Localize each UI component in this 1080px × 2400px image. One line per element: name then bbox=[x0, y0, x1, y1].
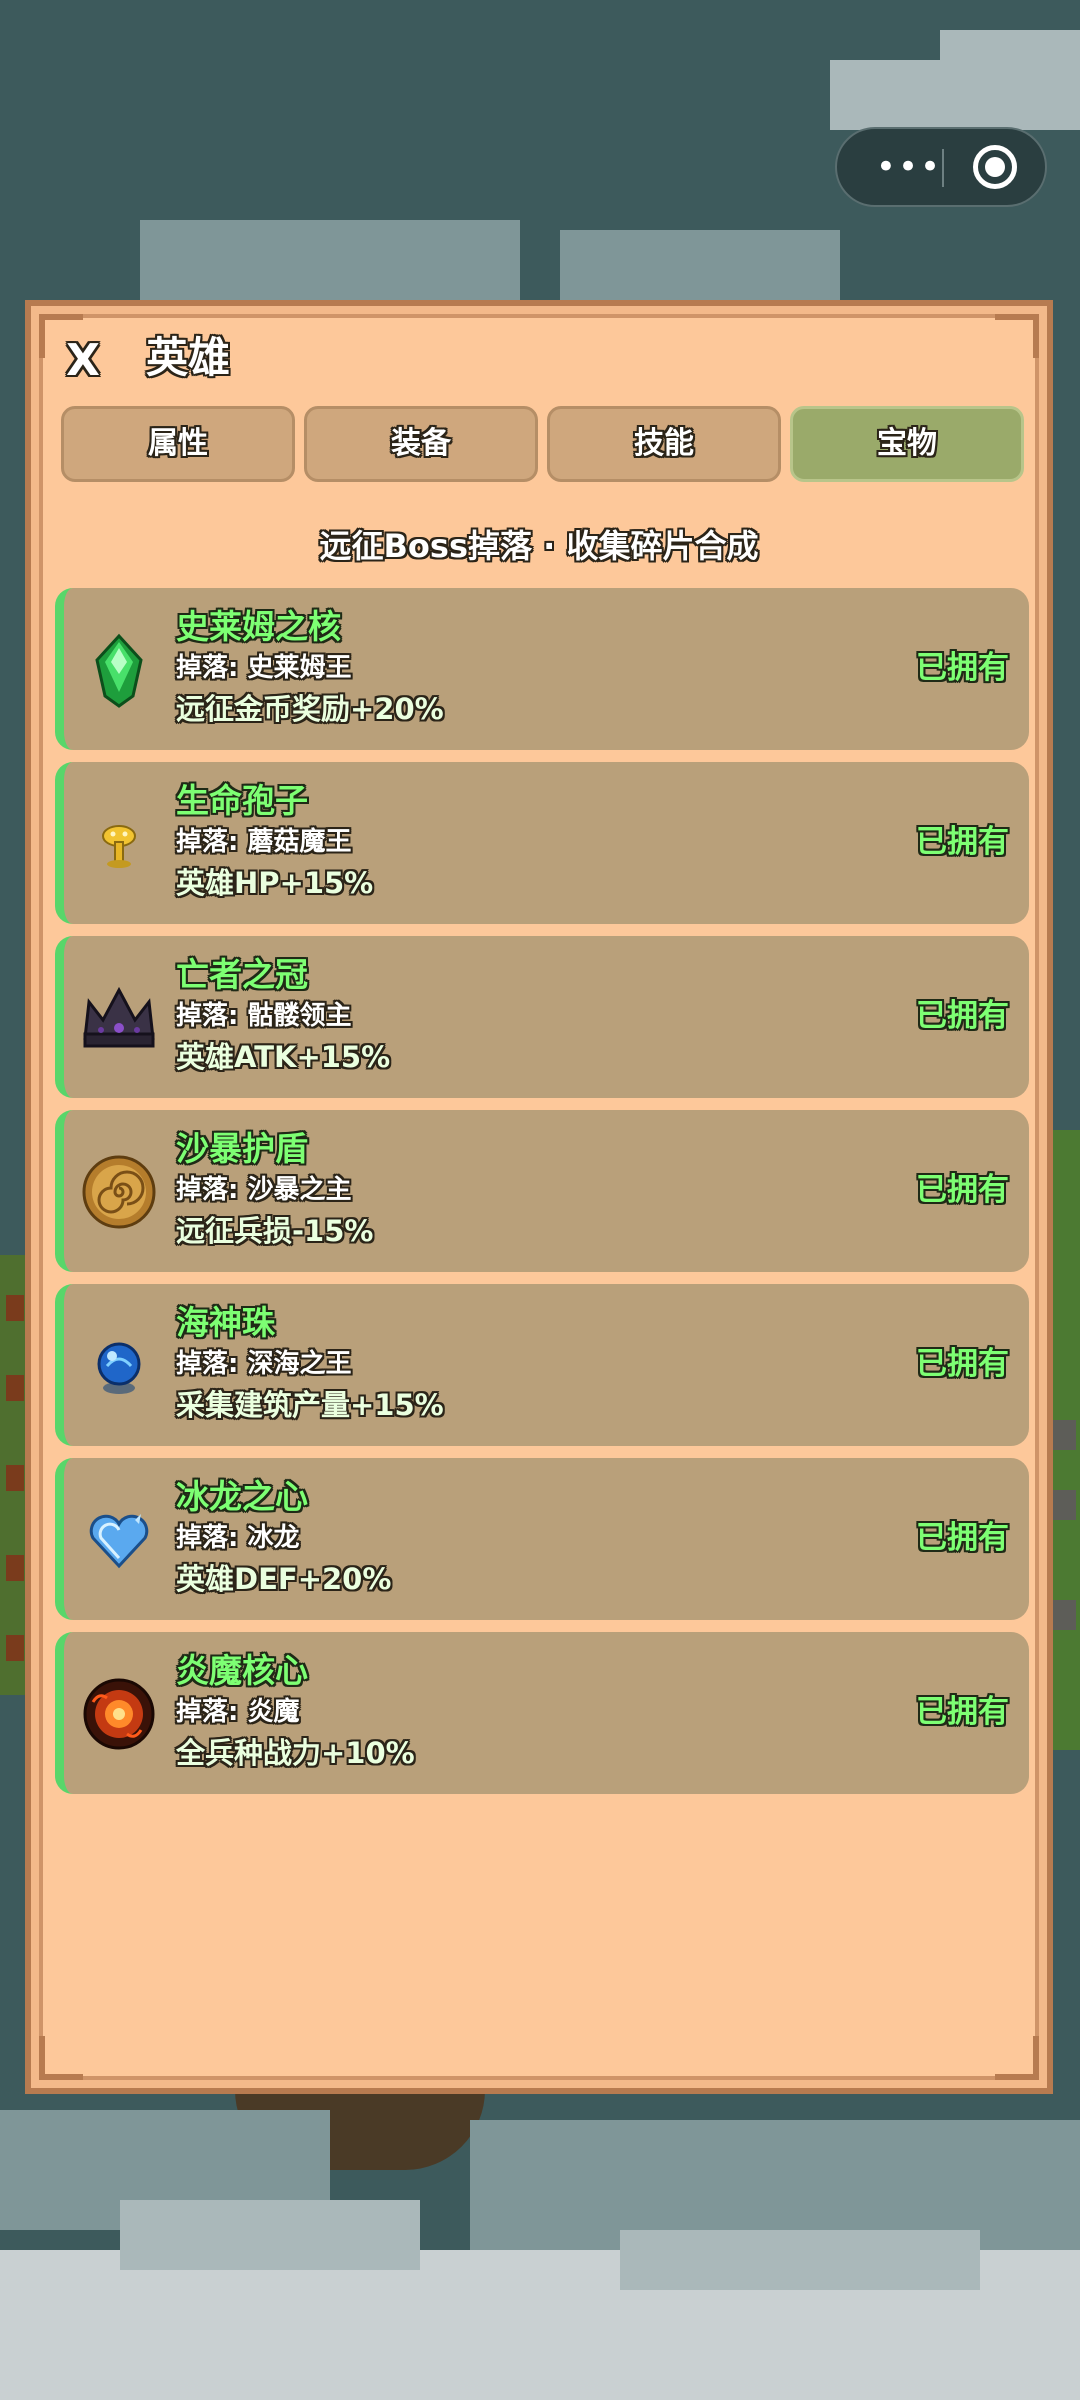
green-gem-icon bbox=[95, 633, 143, 708]
more-icon[interactable]: ••• bbox=[869, 147, 949, 187]
panel-corner-ornament bbox=[39, 2036, 83, 2080]
grass-cliff-left bbox=[0, 1255, 28, 1695]
treasure-name: 海神珠 bbox=[176, 1303, 275, 1342]
treasure-card[interactable]: 炎魔核心 掉落: 炎魔 全兵种战力+10% 已拥有 bbox=[55, 1632, 1029, 1794]
treasure-bonus: 英雄ATK+15% bbox=[176, 1040, 391, 1074]
close-program-icon[interactable] bbox=[973, 145, 1017, 189]
treasure-card[interactable]: 海神珠 掉落: 深海之王 采集建筑产量+15% 已拥有 bbox=[55, 1284, 1029, 1446]
hero-panel: X 英雄 属性 装备 技能 宝物 远征Boss掉落 · 收集碎片合成 史莱姆之核… bbox=[25, 300, 1053, 2094]
mini-program-capsule: ••• bbox=[835, 127, 1047, 207]
treasure-name: 生命孢子 bbox=[176, 781, 308, 820]
capsule-divider bbox=[942, 149, 944, 187]
dark-crown-icon bbox=[83, 986, 155, 1048]
treasure-bonus: 英雄HP+15% bbox=[176, 866, 374, 900]
tab-attributes[interactable]: 属性 bbox=[61, 406, 295, 482]
blue-orb-icon bbox=[97, 1342, 141, 1394]
treasure-drop-source: 掉落: 蘑菇魔王 bbox=[176, 827, 352, 857]
treasure-name: 冰龙之心 bbox=[176, 1477, 308, 1516]
treasure-card[interactable]: 亡者之冠 掉落: 骷髅领主 英雄ATK+15% 已拥有 bbox=[55, 936, 1029, 1098]
treasure-drop-source: 掉落: 史莱姆王 bbox=[176, 653, 352, 683]
grass-cliff-right bbox=[1050, 1130, 1080, 1750]
spiral-shield-icon bbox=[82, 1155, 156, 1229]
treasure-bonus: 远征兵损-15% bbox=[176, 1214, 374, 1248]
treasure-card[interactable]: 生命孢子 掉落: 蘑菇魔王 英雄HP+15% 已拥有 bbox=[55, 762, 1029, 924]
treasure-drop-source: 掉落: 冰龙 bbox=[176, 1523, 300, 1553]
treasure-name: 亡者之冠 bbox=[176, 955, 308, 994]
treasure-drop-source: 掉落: 沙暴之主 bbox=[176, 1175, 352, 1205]
owned-status: 已拥有 bbox=[916, 1694, 1009, 1730]
owned-status: 已拥有 bbox=[916, 1346, 1009, 1382]
close-button[interactable]: X bbox=[66, 336, 116, 386]
tab-equipment[interactable]: 装备 bbox=[304, 406, 538, 482]
owned-status: 已拥有 bbox=[916, 998, 1009, 1034]
treasure-card[interactable]: 史莱姆之核 掉落: 史莱姆王 远征金币奖励+20% 已拥有 bbox=[55, 588, 1029, 750]
golden-mushroom-icon bbox=[102, 825, 136, 868]
treasure-name: 沙暴护盾 bbox=[176, 1129, 308, 1168]
treasure-drop-source: 掉落: 深海之王 bbox=[176, 1349, 352, 1379]
owned-status: 已拥有 bbox=[916, 824, 1009, 860]
treasure-bonus: 英雄DEF+20% bbox=[176, 1562, 392, 1596]
tab-treasures[interactable]: 宝物 bbox=[790, 406, 1024, 482]
treasure-name: 史莱姆之核 bbox=[176, 607, 341, 646]
tab-skills[interactable]: 技能 bbox=[547, 406, 781, 482]
treasure-drop-source: 掉落: 炎魔 bbox=[176, 1697, 300, 1727]
panel-corner-ornament bbox=[995, 314, 1039, 358]
treasure-name: 炎魔核心 bbox=[176, 1651, 308, 1690]
treasure-bonus: 采集建筑产量+15% bbox=[176, 1388, 444, 1422]
treasure-bonus: 全兵种战力+10% bbox=[176, 1736, 415, 1770]
treasure-drop-source: 掉落: 骷髅领主 bbox=[176, 1001, 352, 1031]
owned-status: 已拥有 bbox=[916, 650, 1009, 686]
panel-corner-ornament bbox=[995, 2036, 1039, 2080]
fire-core-icon bbox=[83, 1678, 155, 1750]
tab-bar: 属性 装备 技能 宝物 bbox=[61, 406, 1024, 482]
owned-status: 已拥有 bbox=[916, 1520, 1009, 1556]
treasure-card[interactable]: 沙暴护盾 掉落: 沙暴之主 远征兵损-15% 已拥有 bbox=[55, 1110, 1029, 1272]
treasure-bonus: 远征金币奖励+20% bbox=[176, 692, 444, 726]
ice-heart-icon bbox=[89, 1514, 149, 1569]
section-subtitle: 远征Boss掉落 · 收集碎片合成 bbox=[319, 527, 759, 565]
owned-status: 已拥有 bbox=[916, 1172, 1009, 1208]
panel-title: 英雄 bbox=[146, 333, 231, 382]
treasure-card[interactable]: 冰龙之心 掉落: 冰龙 英雄DEF+20% 已拥有 bbox=[55, 1458, 1029, 1620]
